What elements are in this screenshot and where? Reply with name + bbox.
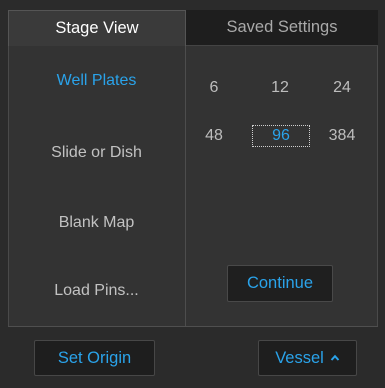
vessel-menu-button[interactable]: Vessel bbox=[258, 340, 357, 376]
chevron-up-icon bbox=[330, 354, 340, 361]
tab-bar: Stage View Saved Settings bbox=[8, 10, 378, 46]
well-count-option[interactable]: 384 bbox=[319, 125, 365, 147]
vessel-label: Vessel bbox=[275, 348, 324, 367]
well-count-option[interactable]: 24 bbox=[319, 77, 365, 99]
vessel-type-load-pins[interactable]: Load Pins... bbox=[8, 282, 185, 300]
well-count-option[interactable]: 48 bbox=[191, 125, 237, 147]
well-count-option[interactable]: 12 bbox=[257, 77, 303, 99]
vessel-type-list: Well Plates Slide or Dish Blank Map Load… bbox=[8, 46, 185, 326]
tab-saved-settings[interactable]: Saved Settings bbox=[186, 10, 378, 46]
vessel-type-well-plates[interactable]: Well Plates bbox=[8, 72, 185, 90]
well-count-option-selected[interactable]: 96 bbox=[252, 125, 310, 147]
set-origin-button[interactable]: Set Origin bbox=[34, 340, 155, 376]
well-count-option[interactable]: 6 bbox=[191, 77, 237, 99]
stage-panel: Stage View Saved Settings Well Plates Sl… bbox=[0, 0, 385, 388]
footer-divider bbox=[8, 326, 378, 327]
set-origin-label: Set Origin bbox=[57, 348, 132, 367]
continue-button[interactable]: Continue bbox=[227, 265, 333, 302]
well-count-grid: 6 12 24 48 96 384 Continue bbox=[186, 46, 378, 326]
vessel-type-blank-map[interactable]: Blank Map bbox=[8, 214, 185, 232]
vessel-type-slide-or-dish[interactable]: Slide or Dish bbox=[8, 144, 185, 162]
tab-stage-view[interactable]: Stage View bbox=[8, 10, 186, 46]
